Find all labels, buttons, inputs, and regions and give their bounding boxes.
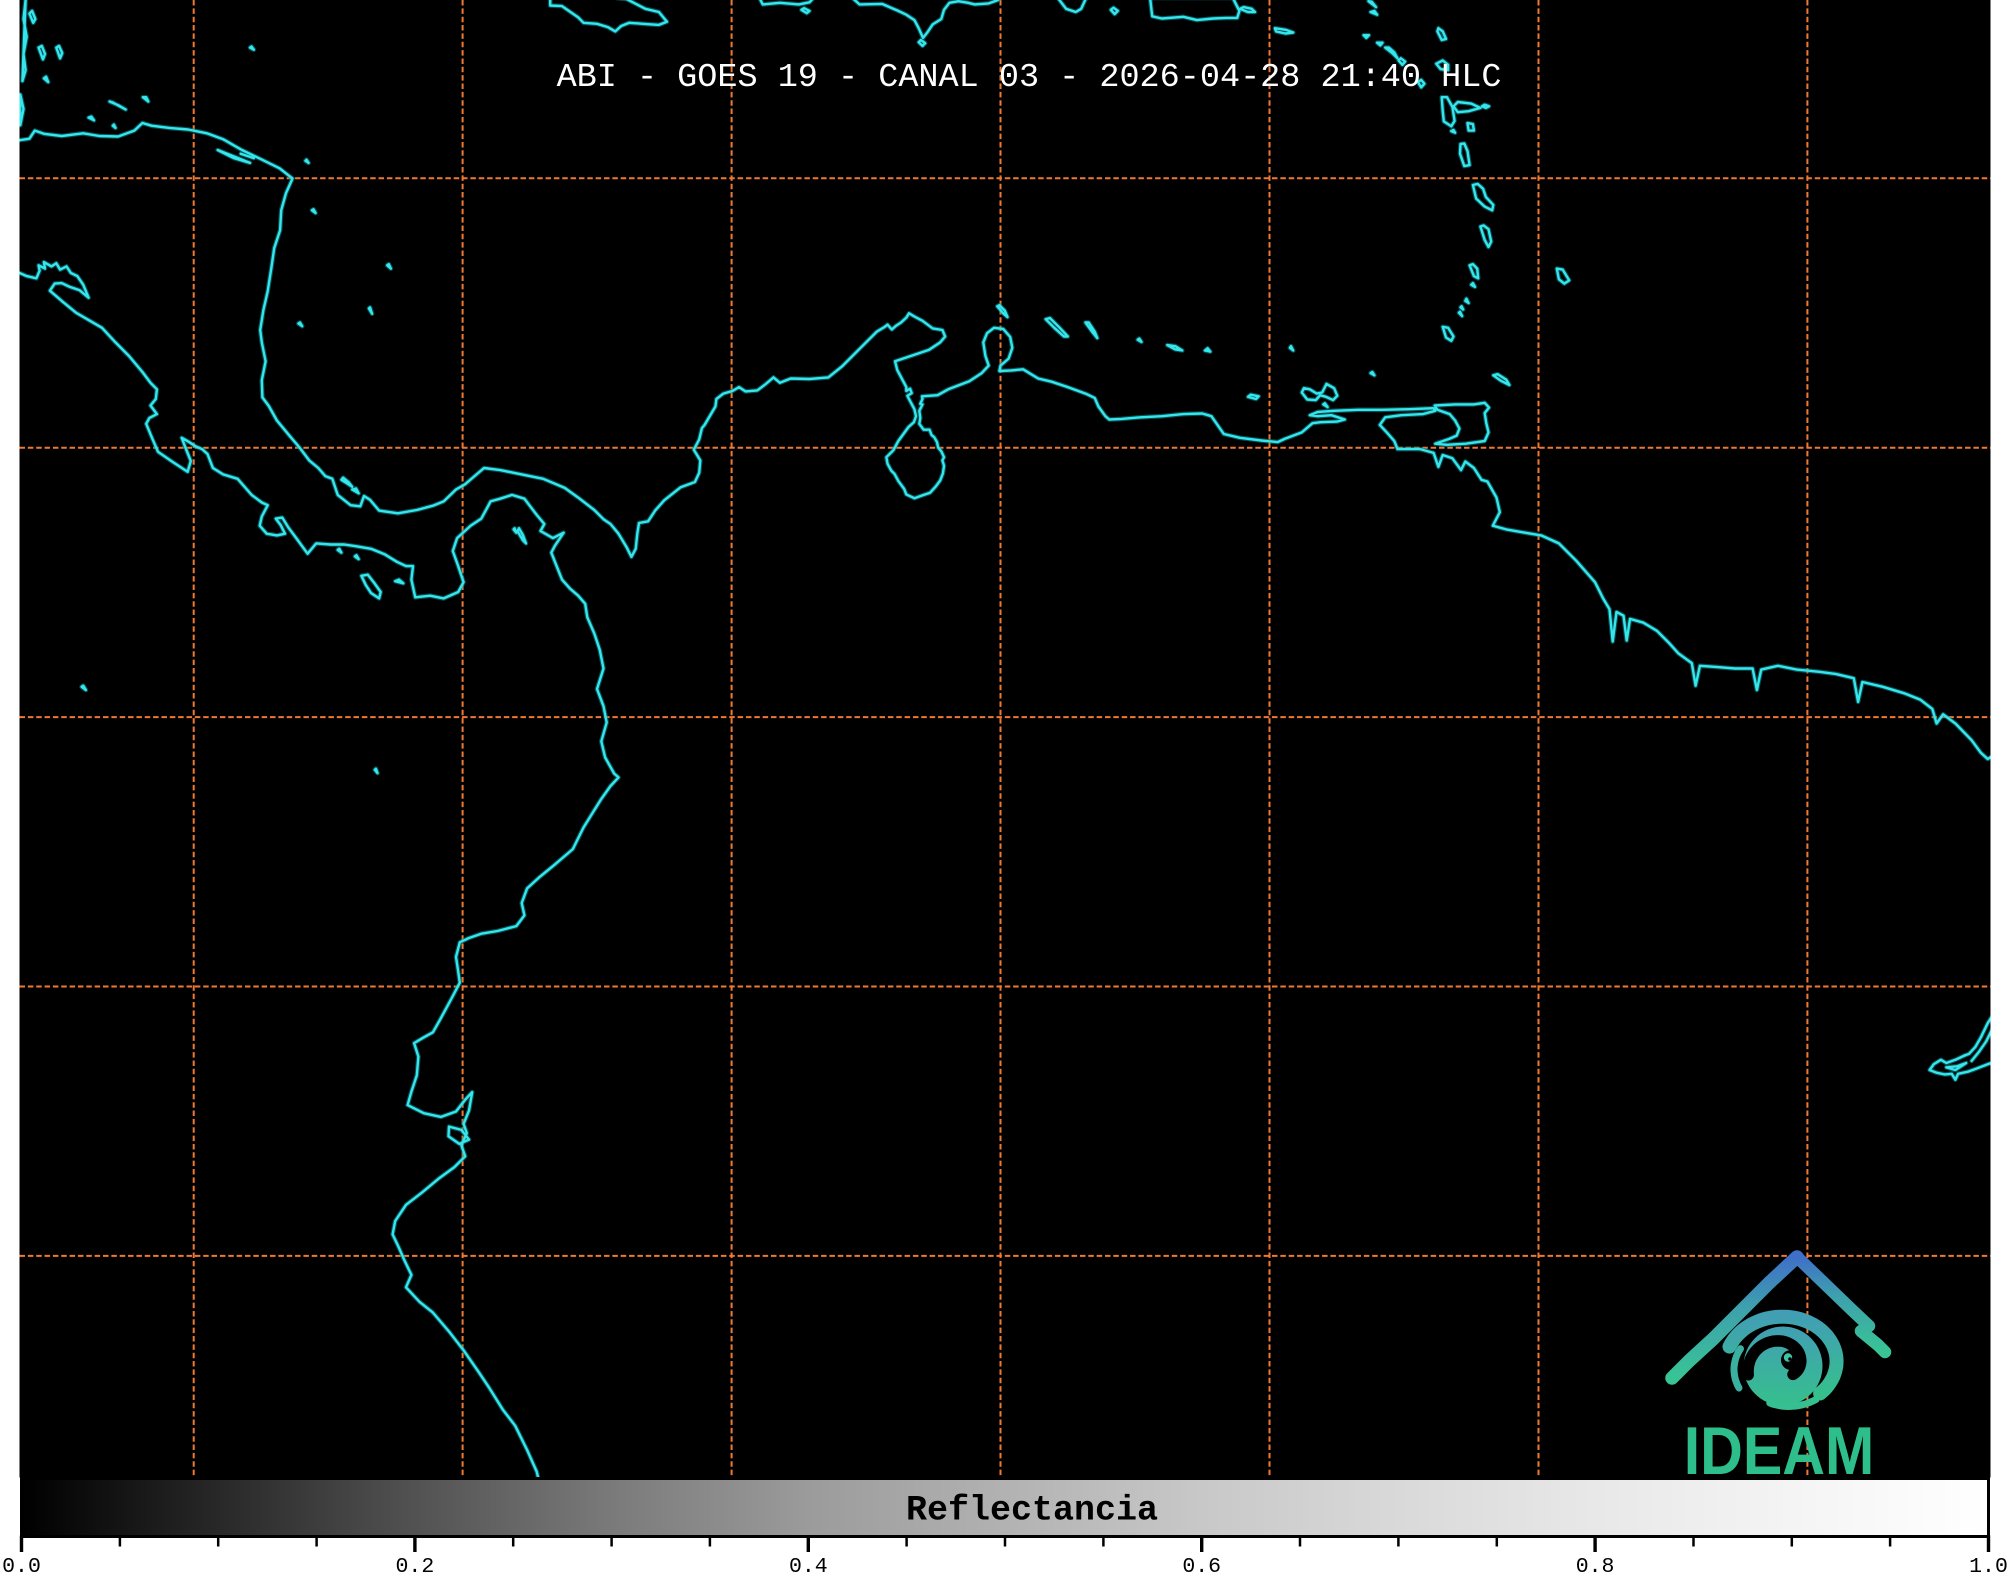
- svg-text:Reflectancia: Reflectancia: [906, 1491, 1158, 1531]
- svg-text:ABI - GOES 19 - CANAL 03 - 202: ABI - GOES 19 - CANAL 03 - 2026-04-28 21…: [557, 59, 1502, 97]
- svg-text:0.0: 0.0: [2, 1555, 41, 1577]
- svg-text:0.6: 0.6: [1182, 1555, 1221, 1577]
- svg-text:0.2: 0.2: [396, 1555, 435, 1577]
- svg-text:0.4: 0.4: [789, 1555, 828, 1577]
- svg-text:1.0: 1.0: [1969, 1555, 2008, 1577]
- svg-text:0.8: 0.8: [1576, 1555, 1615, 1577]
